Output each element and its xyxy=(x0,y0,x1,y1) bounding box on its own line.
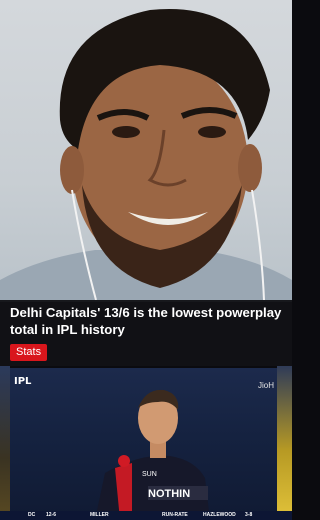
svg-text:SUN: SUN xyxy=(142,471,157,478)
ipl-logo: IPL xyxy=(14,376,32,387)
ticker-run-rate: RUN-RATE xyxy=(162,512,188,518)
ticker-bowler-figures: 3-8 xyxy=(245,512,253,518)
svg-text:NOTHIN: NOTHIN xyxy=(148,488,190,500)
left-crowd-strip xyxy=(0,366,10,520)
channel-watermark: JioH xyxy=(257,381,274,390)
player-illustration: NOTHIN SUN xyxy=(95,389,210,520)
ticker-team: DC xyxy=(28,512,36,518)
stats-chip[interactable]: Stats xyxy=(10,344,48,361)
ticker-batter: MILLER xyxy=(90,512,109,518)
ticker-bowler: HAZLEWOOD xyxy=(203,512,236,518)
headline-text: Delhi Capitals' 13/6 is the lowest power… xyxy=(10,305,282,337)
presenter-illustration xyxy=(0,9,292,302)
ticker-score: 12-6 xyxy=(46,512,57,518)
broadcast-frame: NOTHIN SUN IPL JioH xyxy=(10,368,277,520)
score-ticker: DC 12-6 MILLER RUN-RATE HAZLEWOOD 3-8 xyxy=(0,511,292,520)
presenter-video xyxy=(0,0,292,302)
right-crowd-strip xyxy=(277,366,292,520)
